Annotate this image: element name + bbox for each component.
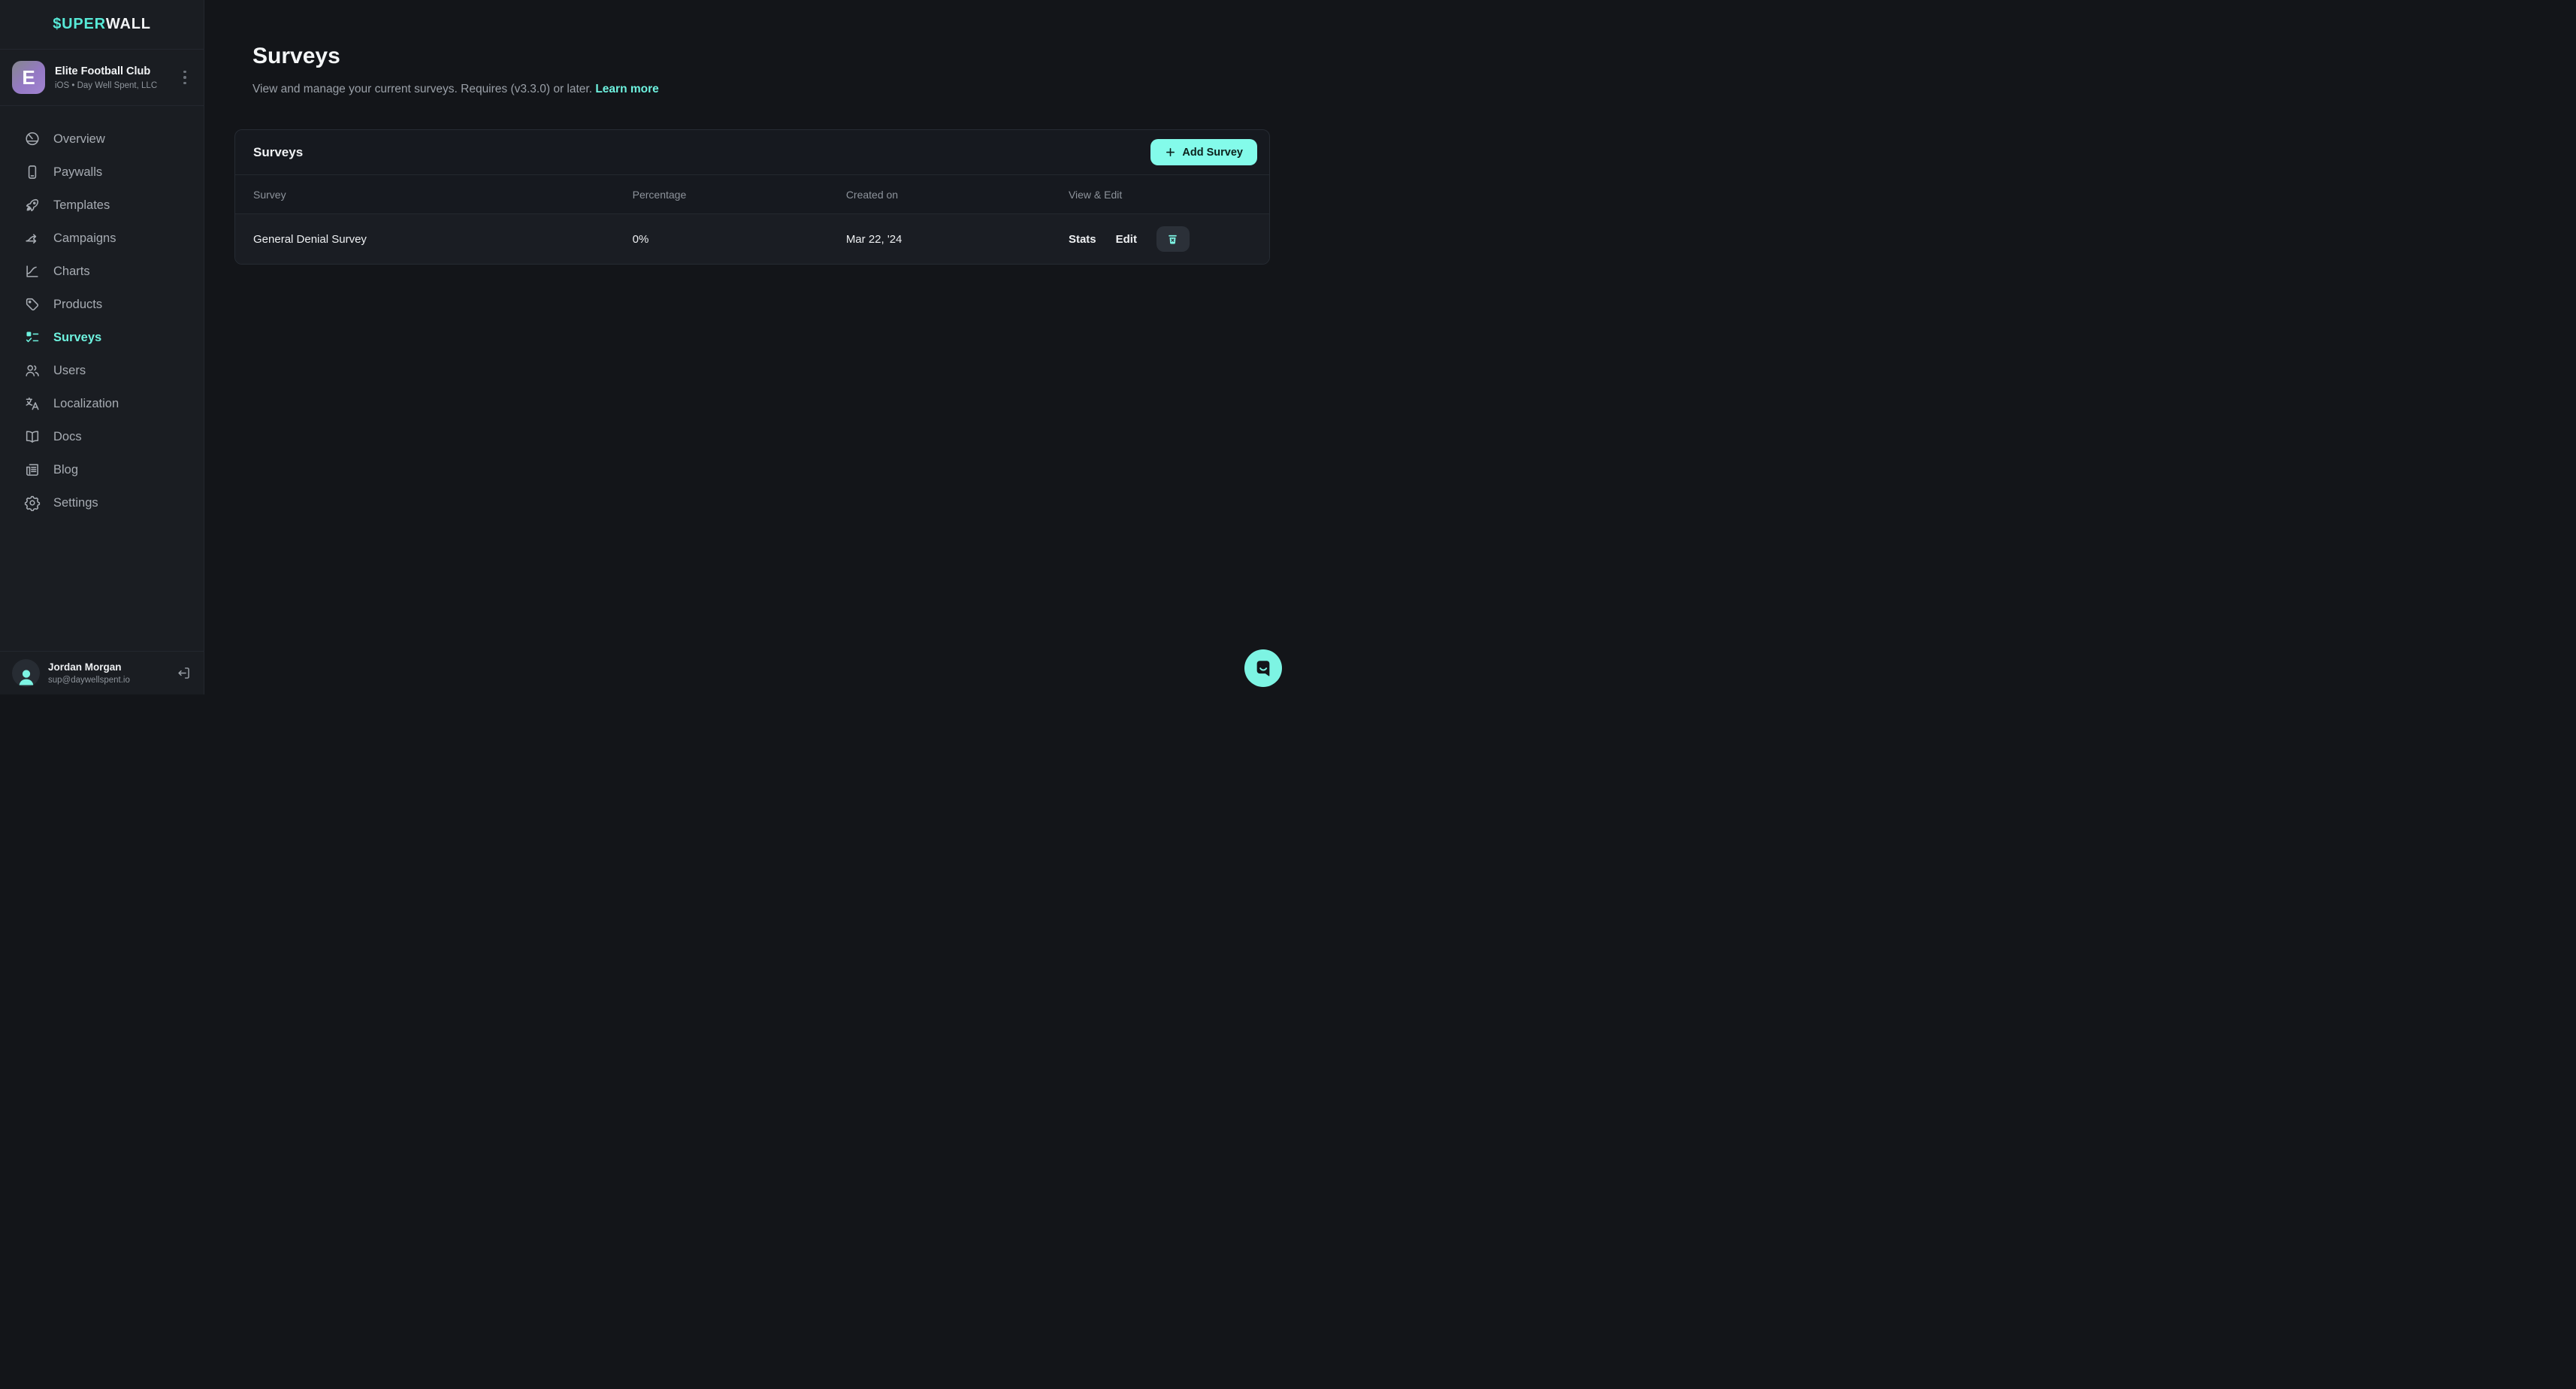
sidebar-item-blog[interactable]: Blog (0, 453, 204, 486)
workspace-avatar: E (12, 61, 45, 94)
col-header-survey: Survey (253, 189, 633, 201)
page-title: Surveys (252, 44, 340, 69)
workspace-name: Elite Football Club (55, 65, 168, 78)
sidebar-item-localization[interactable]: Localization (0, 387, 204, 420)
add-survey-button[interactable]: Add Survey (1150, 139, 1257, 165)
card-title: Surveys (253, 145, 303, 160)
sidebar-item-users[interactable]: Users (0, 354, 204, 387)
sidebar-item-products[interactable]: Products (0, 288, 204, 321)
trash-x-icon (1166, 233, 1179, 246)
sidebar-nav: Overview Paywalls Templates Campaigns Charts… (0, 106, 204, 519)
survey-name-cell: General Denial Survey (253, 233, 633, 246)
row-actions: Stats Edit (1069, 226, 1251, 252)
sidebar-item-templates[interactable]: Templates (0, 189, 204, 222)
kebab-menu-icon[interactable] (178, 68, 192, 88)
split-arrows-icon (24, 230, 41, 247)
sidebar-item-label: Templates (53, 198, 110, 213)
tag-icon (24, 296, 41, 313)
col-header-percentage: Percentage (633, 189, 846, 201)
user-name: Jordan Morgan (48, 661, 168, 673)
sidebar-item-label: Localization (53, 397, 119, 411)
col-header-view-edit: View & Edit (1069, 189, 1251, 201)
delete-survey-button[interactable] (1156, 226, 1190, 252)
table-row: General Denial Survey 0% Mar 22, '24 Sta… (235, 214, 1269, 264)
sidebar-item-label: Campaigns (53, 232, 116, 246)
edit-link[interactable]: Edit (1116, 233, 1137, 246)
workspace-switcher[interactable]: E Elite Football Club iOS • Day Well Spe… (0, 50, 204, 106)
logo-accent-text: $UPER (53, 16, 106, 33)
person-icon (15, 664, 38, 687)
surveys-card: Surveys Add Survey Survey Percentage Cre… (234, 129, 1270, 265)
superwall-logo: $UPERWALL (0, 0, 204, 50)
sidebar-item-docs[interactable]: Docs (0, 420, 204, 453)
sidebar-item-label: Overview (53, 132, 105, 147)
news-icon (24, 461, 41, 478)
col-header-created-on: Created on (846, 189, 1069, 201)
plus-icon (1165, 147, 1176, 158)
created-on-cell: Mar 22, '24 (846, 233, 1069, 246)
logo-rest-text: WALL (106, 16, 151, 33)
language-icon (24, 395, 41, 412)
user-email: sup@daywellspent.io (48, 676, 168, 685)
sidebar-item-settings[interactable]: Settings (0, 486, 204, 519)
sidebar-item-label: Docs (53, 430, 82, 444)
sidebar-item-charts[interactable]: Charts (0, 255, 204, 288)
sidebar-item-label: Paywalls (53, 165, 102, 180)
gear-icon (24, 495, 41, 511)
chat-smile-icon (1244, 649, 1282, 687)
learn-more-link[interactable]: Learn more (595, 83, 658, 95)
sidebar-item-overview[interactable]: Overview (0, 123, 204, 156)
percentage-cell: 0% (633, 233, 846, 246)
sidebar: $UPERWALL E Elite Football Club iOS • Da… (0, 0, 204, 694)
logout-icon[interactable] (176, 665, 192, 681)
sidebar-item-label: Users (53, 364, 86, 378)
chat-bubble-button[interactable] (1244, 649, 1282, 687)
users-icon (24, 362, 41, 379)
workspace-subtitle: iOS • Day Well Spent, LLC (55, 81, 168, 90)
page-subtitle: View and manage your current surveys. Re… (252, 83, 659, 96)
chart-line-icon (24, 263, 41, 280)
main-content: Surveys View and manage your current sur… (204, 0, 1288, 694)
sidebar-item-surveys[interactable]: Surveys (0, 321, 204, 354)
sidebar-item-campaigns[interactable]: Campaigns (0, 222, 204, 255)
sidebar-item-label: Products (53, 298, 102, 312)
checklist-icon (24, 329, 41, 346)
table-header-row: Survey Percentage Created on View & Edit (235, 175, 1269, 214)
paywalls-icon (24, 164, 41, 180)
rocket-icon (24, 197, 41, 213)
user-bar: Jordan Morgan sup@daywellspent.io (0, 651, 204, 694)
sidebar-item-label: Blog (53, 463, 78, 477)
user-avatar[interactable] (12, 659, 40, 687)
sidebar-item-label: Surveys (53, 331, 101, 345)
overview-icon (24, 131, 41, 147)
sidebar-item-paywalls[interactable]: Paywalls (0, 156, 204, 189)
sidebar-item-label: Charts (53, 265, 90, 279)
book-icon (24, 428, 41, 445)
sidebar-item-label: Settings (53, 496, 98, 510)
app-root: $UPERWALL E Elite Football Club iOS • Da… (0, 0, 1288, 694)
stats-link[interactable]: Stats (1069, 233, 1096, 246)
